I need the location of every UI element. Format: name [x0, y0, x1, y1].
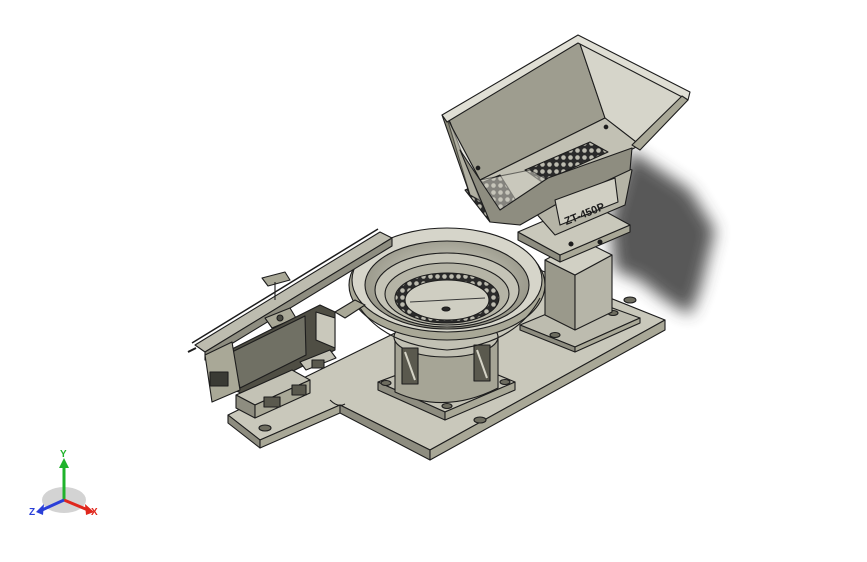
cad-viewport[interactable]: ZT-450P Y X Z: [0, 0, 867, 562]
axis-triad[interactable]: Y X Z: [29, 449, 98, 518]
z-axis-label: Z: [29, 507, 35, 518]
y-axis-label: Y: [60, 449, 67, 460]
x-axis-label: X: [91, 507, 98, 518]
